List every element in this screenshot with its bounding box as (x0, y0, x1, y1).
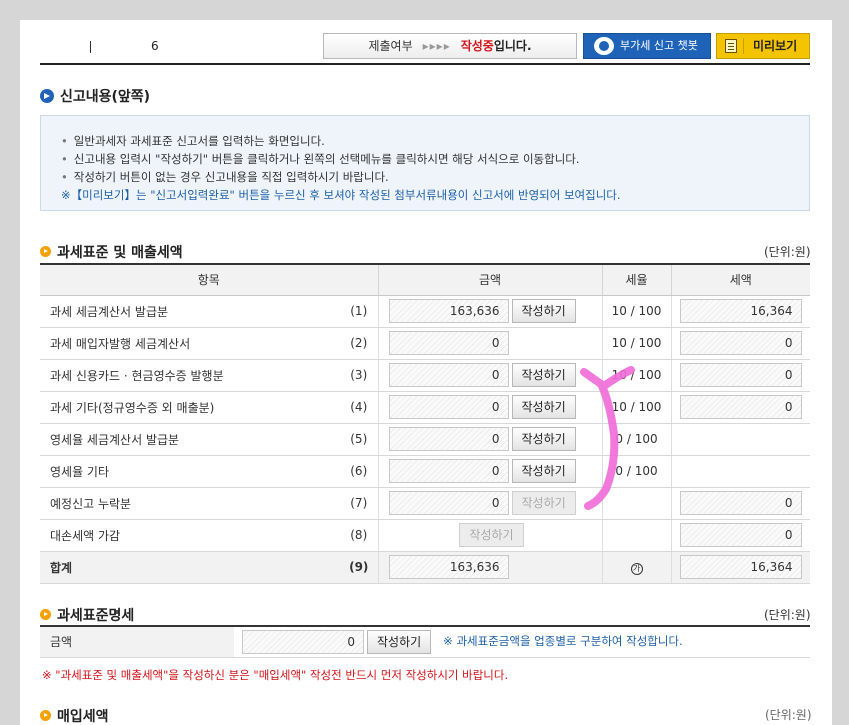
write-button[interactable]: 작성하기 (511, 459, 576, 483)
status-current: 작성중 (460, 39, 494, 53)
tax-base-table: 항목 금액 세율 세액 과세 세금계산서 발급분 (1) 163,636 작성하기 10… (40, 263, 810, 584)
table-row: 과세 기타(정규영수증 외 매출분) (4) 0 작성하기 10 / 100 0 (40, 391, 810, 424)
rate-cell: 10 / 100 (601, 327, 671, 360)
total-rate-mark: 가 (630, 562, 643, 575)
rate-cell: 10 / 100 (601, 295, 671, 328)
amount-field[interactable]: 0 (388, 395, 509, 419)
row-label: 과세 세금계산서 발급분 (40, 295, 340, 328)
bullet-arrow-icon (40, 246, 51, 257)
detail-write-button[interactable]: 작성하기 (367, 629, 432, 654)
table-row: 대손세액 가감 (8) 작성하기 0 (40, 519, 810, 552)
row-number: (5) (340, 423, 378, 456)
status-tail: 입니다. (493, 39, 532, 53)
table-row: 과세 매입자발행 세금계산서 (2) 0 10 / 100 0 (40, 327, 810, 360)
document-icon (725, 39, 737, 53)
total-tax-field: 16,364 (679, 555, 802, 579)
unit-label: (단위:원) (764, 245, 811, 259)
tax-field[interactable]: 0 (679, 331, 802, 355)
write-button[interactable]: 작성하기 (459, 523, 524, 547)
row-label: 대손세액 가감 (40, 519, 340, 552)
total-amount-field: 163,636 (388, 555, 509, 579)
table-row: 영세율 세금계산서 발급분 (5) 0 작성하기 0 / 100 (40, 423, 810, 456)
total-label: 합계 (40, 551, 340, 584)
info-line: 신고내용 입력시 "작성하기" 버튼을 클릭하거나 왼쪽의 선택메뉴를 클릭하시… (61, 150, 809, 168)
table-row: 과세 신용카드 · 현금영수증 발행분 (3) 0 작성하기 10 / 100 0 (40, 359, 810, 392)
detail-amount-field[interactable]: 0 (242, 629, 364, 654)
row-label: 영세율 기타 (40, 455, 340, 488)
info-line: 일반과세자 과세표준 신고서를 입력하는 화면입니다. (61, 132, 809, 150)
table-row: 영세율 기타 (6) 0 작성하기 0 / 100 (40, 455, 810, 488)
unit-label: (단위:원) (765, 708, 812, 722)
row-number: (6) (340, 455, 378, 488)
tax-base-detail-table: 금액 0 작성하기 ※ 과세표준금액을 업종별로 구분하여 작성합니다. (40, 625, 810, 658)
detail-note: ※ 과세표준금액을 업종별로 구분하여 작성합니다. (443, 634, 683, 649)
section-title-purchase-tax: 매입세액 (40, 706, 109, 725)
taxpayer-info: 6 (40, 39, 160, 53)
detail-label: 금액 (40, 626, 234, 658)
write-button[interactable]: 작성하기 (511, 299, 576, 323)
section-title-tax-base-detail: 과세표준명세 (40, 605, 134, 625)
bullet-arrow-icon (40, 710, 51, 721)
section-title-tax-base: 과세표준 및 매출세액 (40, 242, 183, 262)
status-arrows: ▸▸▸▸ (422, 39, 451, 53)
tax-field[interactable]: 16,364 (679, 299, 802, 323)
row-number: (1) (340, 295, 378, 328)
row-number: (7) (340, 487, 378, 520)
header-tax: 세액 (670, 264, 810, 296)
section-title-report-front: 신고내용(앞쪽) (40, 86, 150, 106)
amount-field[interactable]: 0 (388, 331, 509, 355)
bullet-arrow-icon (40, 609, 51, 620)
rate-cell (601, 519, 671, 552)
write-button[interactable]: 작성하기 (511, 395, 576, 419)
row-label: 예정신고 누락분 (40, 487, 340, 520)
row-label: 과세 기타(정규영수증 외 매출분) (40, 391, 340, 424)
amount-field[interactable]: 0 (388, 427, 509, 451)
amount-field[interactable]: 0 (388, 459, 509, 483)
row-label: 과세 신용카드 · 현금영수증 발행분 (40, 359, 340, 392)
row-label: 영세율 세금계산서 발급분 (40, 423, 340, 456)
header-item: 항목 (40, 264, 378, 296)
amount-field[interactable]: 0 (388, 491, 509, 515)
info-note: ※【미리보기】는 "신고서입력완료" 버튼을 누르신 후 보셔야 작성된 첨부서… (61, 188, 621, 202)
header-amount: 금액 (377, 264, 602, 296)
table-row: 과세 세금계산서 발급분 (1) 163,636 작성하기 10 / 100 16,364 (40, 295, 810, 328)
chatbot-label: 부가세 신고 챗봇 (620, 39, 698, 52)
info-box: 일반과세자 과세표준 신고서를 입력하는 화면입니다. 신고내용 입력시 "작성… (40, 115, 810, 211)
write-button[interactable]: 작성하기 (511, 427, 576, 451)
total-row: 합계 (9) 163,636 가 16,364 (40, 551, 810, 584)
total-number: (9) (340, 551, 378, 584)
tax-field[interactable]: 0 (679, 523, 802, 547)
row-number: (4) (340, 391, 378, 424)
submission-status: 제출여부 ▸▸▸▸ 작성중입니다. (323, 33, 577, 59)
warning-text: ※ "과세표준 및 매출세액"을 작성하신 분은 "매입세액" 작성전 반드시 … (42, 668, 509, 682)
header-rate: 세율 (601, 264, 671, 296)
tax-field[interactable]: 0 (679, 363, 802, 387)
row-label: 과세 매입자발행 세금계산서 (40, 327, 340, 360)
tax-field[interactable]: 0 (679, 395, 802, 419)
info-line: 작성하기 버튼이 없는 경우 신고내용을 직접 입력하시기 바랍니다. (61, 168, 809, 186)
status-header: 6 제출여부 ▸▸▸▸ 작성중입니다. 부가세 신고 챗봇 미리보기 (40, 33, 810, 63)
amount-field[interactable]: 163,636 (388, 299, 509, 323)
unit-label: (단위:원) (764, 608, 811, 622)
annotation-scribble (580, 366, 635, 510)
row-number: (8) (340, 519, 378, 552)
row-number: (2) (340, 327, 378, 360)
report-page: 6 제출여부 ▸▸▸▸ 작성중입니다. 부가세 신고 챗봇 미리보기 신고내용(앞쪽… (20, 20, 832, 725)
amount-field[interactable]: 0 (388, 363, 509, 387)
chatbot-icon (594, 37, 614, 55)
write-button[interactable]: 작성하기 (511, 363, 576, 387)
row-number: (3) (340, 359, 378, 392)
preview-button[interactable]: 미리보기 (716, 33, 810, 59)
header-divider (40, 63, 810, 65)
tax-field[interactable]: 0 (679, 491, 802, 515)
vat-chatbot-button[interactable]: 부가세 신고 챗봇 (583, 33, 711, 59)
table-row: 예정신고 누락분 (7) 0 작성하기 0 (40, 487, 810, 520)
status-label: 제출여부 (368, 39, 413, 53)
write-button[interactable]: 작성하기 (511, 491, 576, 515)
arrow-circle-icon (40, 89, 54, 103)
preview-label: 미리보기 (753, 39, 798, 53)
